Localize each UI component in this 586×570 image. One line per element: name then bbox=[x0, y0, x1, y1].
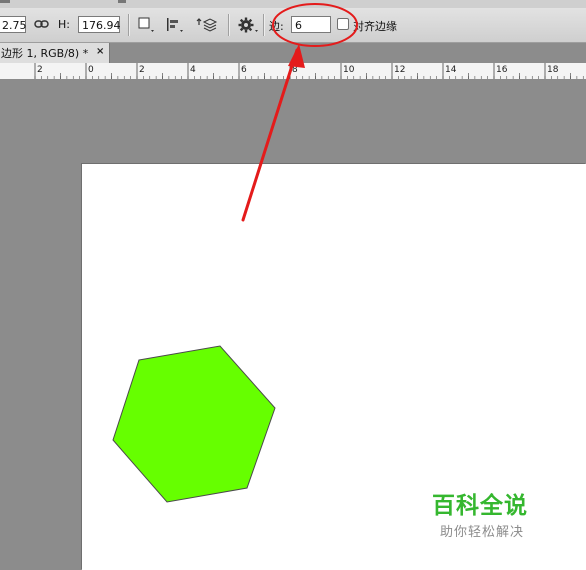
watermark: 百科全说 助你轻松解决 bbox=[430, 486, 570, 546]
document-tab-title: 边形 1, RGB/8) * bbox=[1, 47, 89, 60]
options-bar: 2.75 H: 176.94 边: 6 对齐边缘 bbox=[0, 8, 586, 43]
sides-input[interactable]: 6 bbox=[291, 16, 331, 33]
ruler-label: 18 bbox=[547, 65, 559, 75]
ruler-label: 14 bbox=[445, 65, 457, 75]
menu-stub bbox=[0, 0, 10, 3]
menu-stub bbox=[118, 0, 126, 3]
watermark-subtitle: 助你轻松解决 bbox=[440, 525, 525, 540]
ruler-label: 6 bbox=[241, 65, 247, 75]
height-label: H: bbox=[58, 18, 70, 31]
ruler-label: 0 bbox=[88, 65, 94, 75]
gear-icon[interactable] bbox=[238, 17, 260, 36]
document-tab-bar: 边形 1, RGB/8) * × bbox=[0, 43, 586, 63]
width-field[interactable]: 2.75 bbox=[0, 16, 27, 33]
ruler-label: 2 bbox=[37, 65, 43, 75]
ruler-label: 4 bbox=[190, 65, 196, 75]
height-field[interactable]: 176.94 bbox=[78, 16, 121, 33]
align-edges-label: 对齐边缘 bbox=[353, 20, 397, 33]
ruler-ticks: 2 0 2 4 6 8 10 12 14 16 18 bbox=[34, 63, 584, 79]
ruler-label: 10 bbox=[343, 65, 355, 75]
divider bbox=[263, 14, 265, 36]
close-icon[interactable]: × bbox=[96, 46, 104, 57]
align-edges-checkbox[interactable] bbox=[337, 18, 349, 30]
link-icon[interactable] bbox=[34, 17, 49, 34]
ruler-label: 12 bbox=[394, 65, 405, 75]
path-alignment-icon[interactable] bbox=[166, 17, 186, 36]
ruler-label: 8 bbox=[292, 65, 298, 75]
sides-label: 边: bbox=[269, 20, 284, 33]
document-tab[interactable]: 边形 1, RGB/8) * × bbox=[0, 43, 110, 63]
divider bbox=[128, 14, 130, 36]
horizontal-ruler: 2 0 2 4 6 8 10 12 14 16 18 bbox=[0, 63, 586, 80]
ruler-label: 16 bbox=[496, 65, 508, 75]
ruler-label: 2 bbox=[139, 65, 145, 75]
divider bbox=[228, 14, 230, 36]
watermark-title: 百科全说 bbox=[432, 493, 528, 519]
path-operations-icon[interactable] bbox=[138, 17, 156, 36]
path-arrangement-icon[interactable] bbox=[196, 17, 218, 36]
